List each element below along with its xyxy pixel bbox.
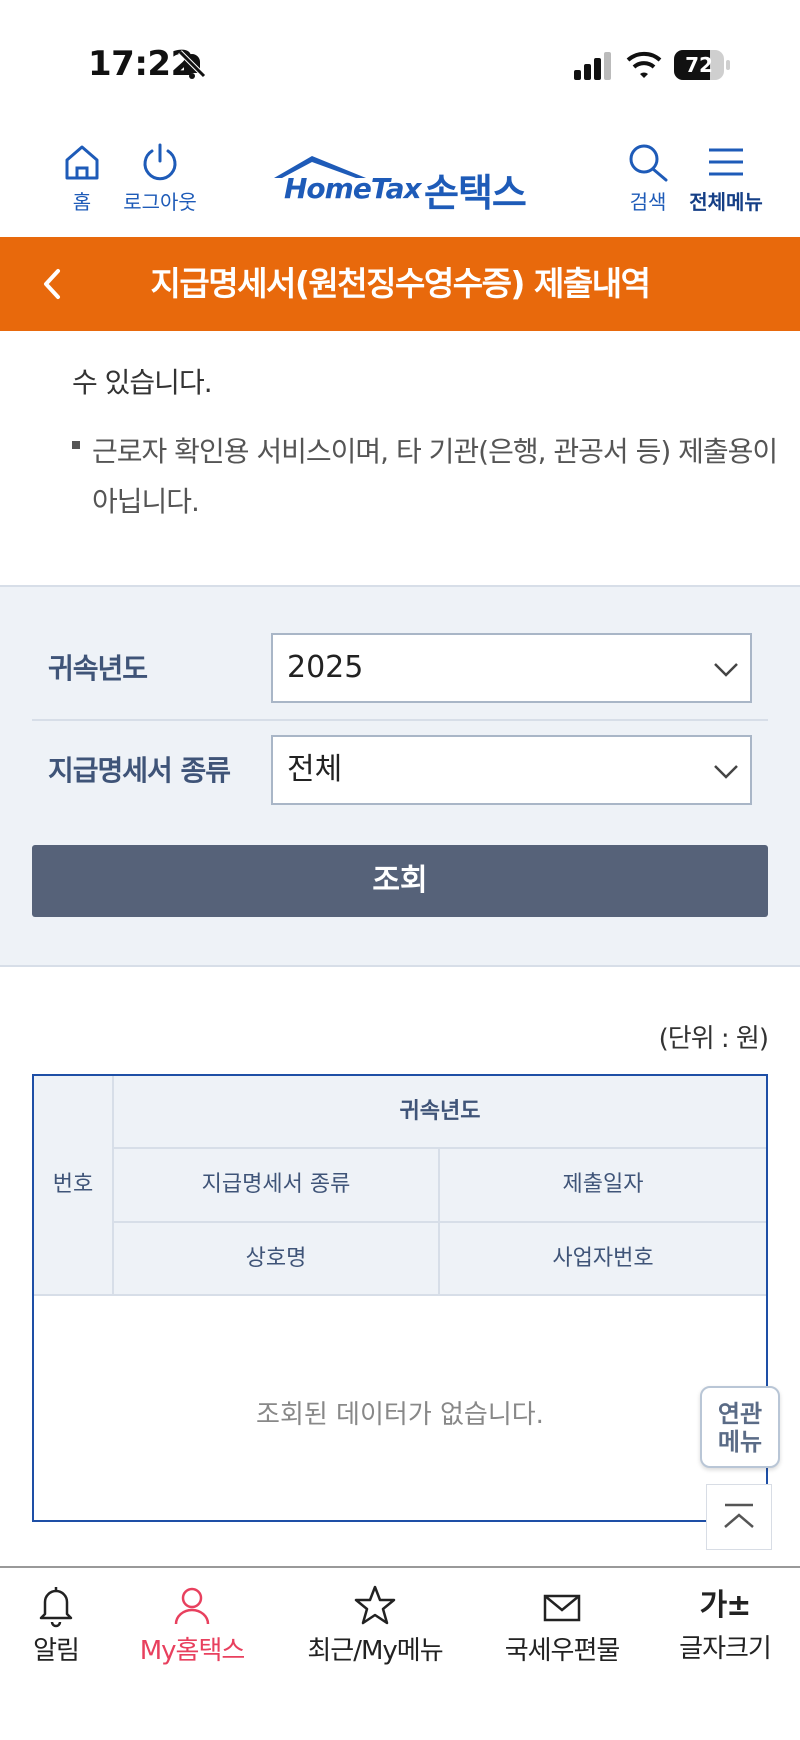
home-button[interactable]: 홈 [58,142,106,215]
search-icon [629,144,668,182]
nav-tax-mail-label: 국세우편물 [504,1636,621,1666]
battery-text: 72 [685,53,713,77]
person-icon [174,1587,210,1625]
home-icon [65,145,99,180]
result-table: 번호 귀속년도 지급명세서 종류 제출일자 상호명 사업자번호 조회된 데이터가… [32,1074,768,1522]
bell-icon [39,1587,73,1628]
info-section: 수 있습니다. 근로자 확인용 서비스이며, 타 기관(은행, 관공서 등) 제… [0,331,800,585]
info-notice: 근로자 확인용 서비스이며, 타 기관(은행, 관공서 등) 제출용이 아닙니다… [92,435,778,518]
page-title: 지급명세서(원천징수영수증) 제출내역 [150,264,651,303]
nav-font-size-label: 글자크기 [679,1634,772,1664]
chevron-down-icon [714,663,738,677]
nav-my-hometax[interactable]: My홈택스 [132,1584,252,1667]
row-divider [32,719,768,721]
scroll-top-button[interactable] [706,1484,772,1550]
nav-alerts-label: 알림 [33,1636,80,1666]
nav-my-hometax-label: My홈택스 [139,1636,246,1666]
bottom-nav: 알림 My홈택스 최근/My메뉴 국세우편물 가± 글자크기 [0,1566,800,1740]
status-bar: 17:22 72 [0,0,800,120]
nav-recent-my-menu-label: 최근/My메뉴 [307,1636,443,1666]
star-icon [354,1585,396,1625]
nav-alerts[interactable]: 알림 [16,1584,96,1667]
header-biz-no: 사업자번호 [440,1223,766,1296]
header-year: 귀속년도 [114,1076,766,1149]
bell-off-icon [178,50,206,79]
power-icon [143,143,177,181]
search-panel: 귀속년도 2025 지급명세서 종류 전체 조회 [0,585,800,967]
search-submit-button[interactable]: 조회 [32,845,768,917]
logout-label: 로그아웃 [123,190,197,214]
type-label: 지급명세서 종류 [48,754,231,787]
related-label-2: 메뉴 [717,1428,763,1456]
home-label: 홈 [72,190,92,214]
year-select-value: 2025 [287,650,364,685]
header-number: 번호 [34,1076,114,1296]
info-text: 수 있습니다. [72,366,213,399]
signal-icon [574,52,611,80]
type-select-value: 전체 [287,752,343,787]
chevron-down-icon [714,765,738,779]
back-arrow-icon[interactable] [30,261,76,307]
header-type: 지급명세서 종류 [114,1149,440,1223]
battery-indicator: 72 [674,50,730,80]
nav-tax-mail[interactable]: 국세우편물 [500,1584,624,1667]
top-header: 홈 로그아웃 HomeTax 손택스 검색 전체메뉴 [0,120,800,237]
header-company: 상호명 [114,1223,440,1296]
related-label-1: 연관 [717,1400,763,1428]
year-label: 귀속년도 [48,652,148,685]
empty-message: 조회된 데이터가 없습니다. [256,1400,544,1430]
nav-font-size[interactable]: 가± 글자크기 [670,1584,780,1665]
mail-icon [543,1594,581,1622]
bullet-icon [72,441,80,449]
wifi-icon [626,51,662,78]
hometax-logo[interactable]: HomeTax 손택스 [272,152,542,215]
unit-label: (단위 : 원) [658,1024,769,1054]
related-menu-button[interactable]: 연관 메뉴 [700,1386,780,1468]
hamburger-icon [709,148,743,176]
year-select[interactable]: 2025 [271,633,752,703]
scroll-top-icon [724,1503,754,1528]
full-menu-button[interactable]: 전체메뉴 [686,142,766,215]
nav-recent-my-menu[interactable]: 최근/My메뉴 [302,1584,448,1667]
logo-text-ko: 손택스 [424,171,527,215]
logout-button[interactable]: 로그아웃 [116,142,204,215]
font-size-icon: 가± [699,1588,752,1623]
title-bar: 지급명세서(원천징수영수증) 제출내역 [0,237,800,331]
type-select[interactable]: 전체 [271,735,752,805]
logo-text-en: HomeTax [284,172,422,205]
full-menu-label: 전체메뉴 [689,190,763,214]
header-date: 제출일자 [440,1149,766,1223]
search-label: 검색 [629,190,667,214]
search-button[interactable]: 검색 [620,142,676,215]
